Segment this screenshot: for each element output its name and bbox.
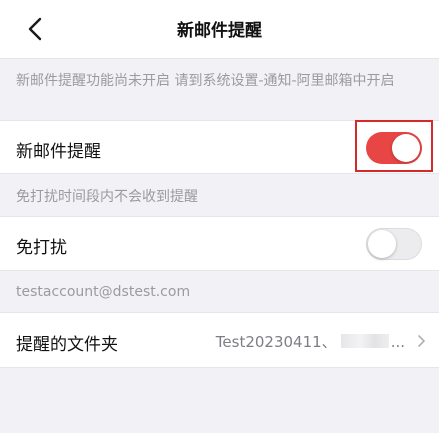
folders-value-suffix: ... bbox=[390, 333, 405, 351]
folders-value-prefix: Test20230411、 bbox=[215, 333, 337, 351]
highlight-box bbox=[355, 120, 433, 172]
toggle-knob bbox=[368, 230, 396, 258]
navigation-bar: 新邮件提醒 bbox=[0, 0, 439, 59]
page-title: 新邮件提醒 bbox=[177, 21, 262, 41]
folders-value: Test20230411、... bbox=[216, 331, 405, 352]
notification-disabled-notice: 新邮件提醒功能尚未开启 请到系统设置-通知-阿里邮箱中开启 bbox=[16, 73, 395, 89]
chevron-right-icon bbox=[418, 335, 425, 347]
dnd-toggle[interactable] bbox=[366, 228, 422, 260]
dnd-hint: 免打扰时间段内不会收到提醒 bbox=[16, 189, 198, 205]
new-mail-alert-label: 新邮件提醒 bbox=[16, 142, 101, 162]
dnd-row: 免打扰 bbox=[0, 216, 439, 271]
folders-row[interactable]: 提醒的文件夹 Test20230411、... bbox=[0, 312, 439, 368]
blurred-folder-name bbox=[340, 334, 389, 348]
folders-label: 提醒的文件夹 bbox=[16, 335, 118, 355]
account-email: testaccount@dstest.com bbox=[16, 284, 191, 300]
dnd-label: 免打扰 bbox=[16, 238, 67, 258]
